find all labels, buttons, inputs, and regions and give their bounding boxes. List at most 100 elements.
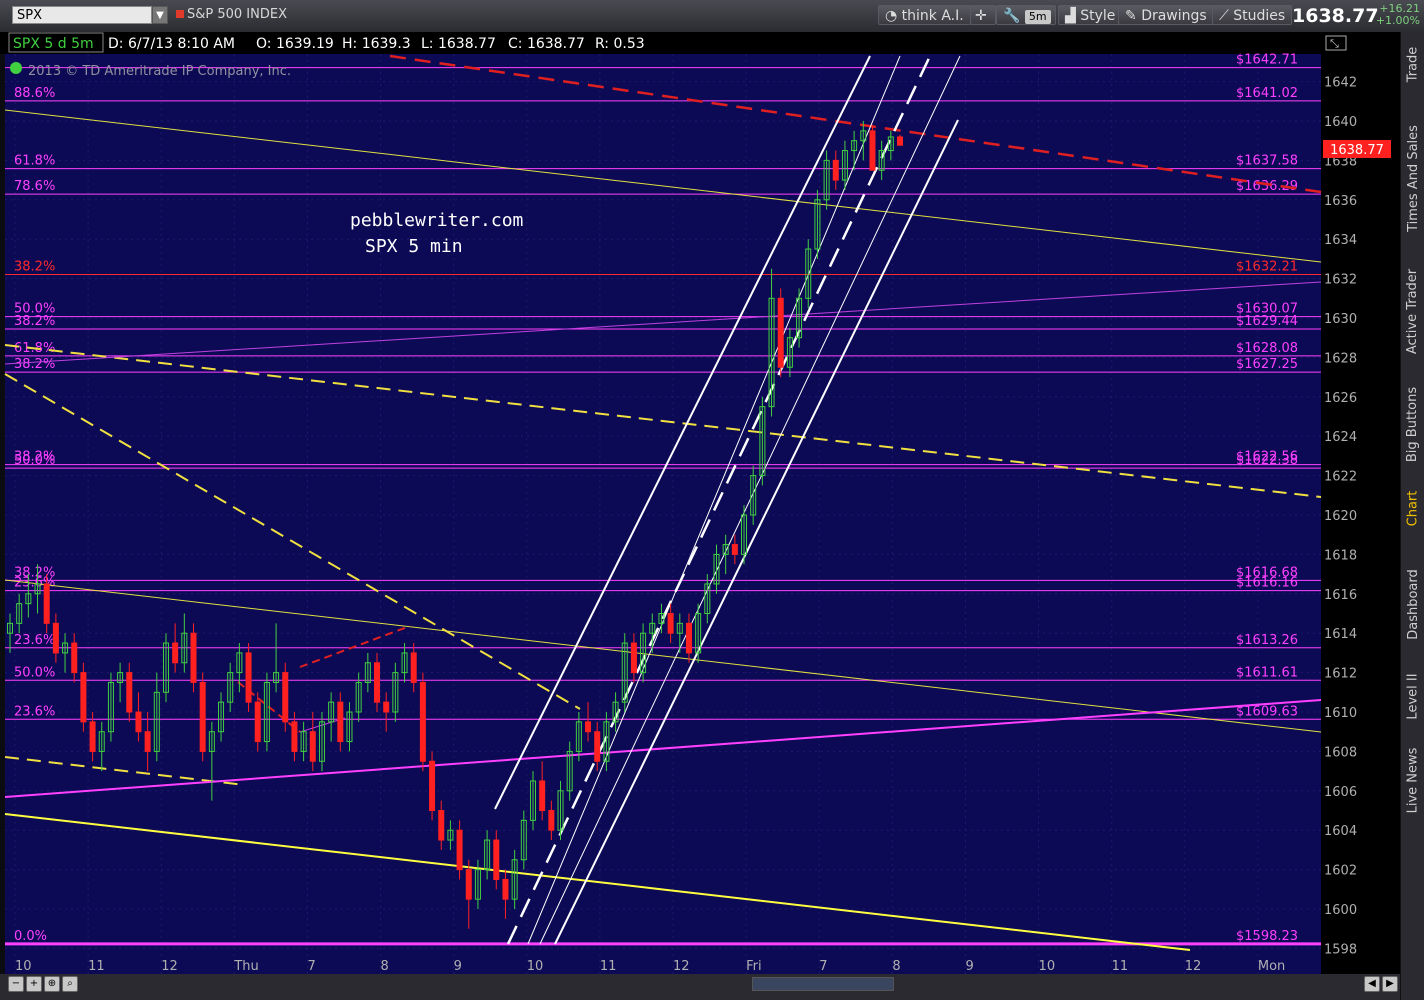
x-tick-label: Fri <box>746 959 762 974</box>
level-pct-label: 61.8% <box>14 154 55 169</box>
level-pct-label: 50.0% <box>14 453 55 468</box>
scroll-right-button[interactable]: ▶ <box>1382 976 1398 992</box>
lock-icon: ◔ <box>885 8 902 24</box>
y-tick-label: 1616 <box>1324 588 1357 603</box>
style-label: Style <box>1080 8 1116 24</box>
tab-times-and-sales[interactable]: Times And Sales <box>1401 108 1424 248</box>
tab-live-news[interactable]: Live News <box>1401 738 1424 822</box>
studies-icon: ⟋ <box>1219 8 1234 24</box>
tab-live-news-label: Live News <box>1405 747 1421 813</box>
think-ai-label: think A.I. <box>901 8 964 24</box>
candle-body <box>410 652 417 683</box>
candle-body <box>777 297 784 368</box>
candle-body <box>126 672 133 713</box>
tab-dashboard[interactable]: Dashboard <box>1401 552 1424 656</box>
level-pct-label: 50.0% <box>14 665 55 680</box>
x-tick-label: Mon <box>1258 959 1285 974</box>
candle-body <box>667 613 674 634</box>
x-tick-label: 9 <box>965 959 973 974</box>
level-price-label: $1622.38 <box>1236 453 1298 468</box>
level-pct-label: 38.2% <box>14 314 55 329</box>
header-close: C: 1638.77 <box>508 36 585 52</box>
candle-body <box>539 780 546 812</box>
candle-body <box>869 130 876 171</box>
symbol-description: S&P 500 INDEX <box>176 7 287 22</box>
header-range: R: 0.53 <box>595 36 645 52</box>
studies-label: Studies <box>1233 8 1286 24</box>
studies-button[interactable]: ⟋ Studies <box>1212 5 1293 25</box>
header-high: H: 1639.3 <box>342 36 411 52</box>
candle-body <box>254 701 261 743</box>
think-ai-button[interactable]: ◔ think A.I. <box>878 5 971 25</box>
scroll-left-button[interactable]: ◀ <box>1364 976 1380 992</box>
y-tick-label: 1602 <box>1324 864 1357 879</box>
x-tick-label: 10 <box>1039 959 1056 974</box>
candle-body <box>80 672 87 723</box>
y-tick-label: 1624 <box>1324 430 1357 445</box>
style-button[interactable]: ▟ Style <box>1058 5 1123 25</box>
level-price-label: $1598.23 <box>1236 929 1298 944</box>
x-tick-label: 11 <box>1112 959 1129 974</box>
tab-level-ii[interactable]: Level II <box>1401 664 1424 728</box>
candle-body <box>374 662 381 703</box>
price-change: +16.21 +1.00% <box>1374 3 1420 27</box>
header-low: L: 1638.77 <box>421 36 496 52</box>
y-tick-label: 1636 <box>1324 194 1357 209</box>
candle-body <box>897 136 903 146</box>
info-icon[interactable] <box>10 62 22 74</box>
tab-active-trader[interactable]: Active Trader <box>1401 256 1424 366</box>
y-tick-label: 1600 <box>1324 903 1357 918</box>
candle-body <box>43 583 50 624</box>
level-pct-label: 0.0% <box>14 929 47 944</box>
candle-body <box>548 810 555 831</box>
level-price-label: $1629.44 <box>1236 314 1298 329</box>
pencil-icon: ✎ <box>1125 8 1142 24</box>
symbol-input[interactable]: SPX <box>12 6 152 24</box>
tab-times-and-sales-label: Times And Sales <box>1405 124 1421 232</box>
tab-big-buttons[interactable]: Big Buttons <box>1401 376 1424 472</box>
x-tick-label: 10 <box>15 959 32 974</box>
y-tick-label: 1626 <box>1324 391 1357 406</box>
level-price-label: $1641.02 <box>1236 86 1298 101</box>
market-status-icon <box>176 10 184 18</box>
level-pct-label: 38.2% <box>14 259 55 274</box>
level-pct-label: 78.6% <box>14 179 55 194</box>
y-tick-label: 1612 <box>1324 667 1357 682</box>
time-scrollbar[interactable] <box>752 977 894 991</box>
drawings-button[interactable]: ✎ Drawings <box>1118 5 1214 25</box>
candle-body <box>502 878 509 900</box>
y-tick-label: 1614 <box>1324 627 1357 642</box>
zoom-out-button[interactable]: − <box>8 976 24 992</box>
candle-body <box>438 810 445 841</box>
y-tick-label: 1628 <box>1324 351 1357 366</box>
x-tick-label: 11 <box>600 959 617 974</box>
candle-body <box>685 622 692 654</box>
x-tick-label: 12 <box>1185 959 1202 974</box>
tab-big-buttons-label: Big Buttons <box>1405 386 1421 462</box>
tab-chart[interactable]: Chart <box>1401 482 1424 534</box>
candle-body <box>89 721 96 752</box>
level-price-label: $1642.71 <box>1236 53 1298 68</box>
y-tick-label: 1618 <box>1324 548 1357 563</box>
level-price-label: $1616.16 <box>1236 576 1298 591</box>
zoom-in-button[interactable]: + <box>26 976 42 992</box>
candle-body <box>493 839 500 880</box>
y-tick-label: 1632 <box>1324 273 1357 288</box>
y-tick-label: 1610 <box>1324 706 1357 721</box>
level-price-label: $1613.26 <box>1236 633 1298 648</box>
symbol-dropdown-button[interactable]: ▼ <box>152 6 168 24</box>
candle-body <box>419 681 426 762</box>
crosshair-tool-button[interactable]: ✛ <box>970 5 996 25</box>
bottom-bar: − + ⊕ ⌕ ◀ ▶ <box>0 974 1400 1000</box>
timeframe-button[interactable]: 🔧 5m <box>996 5 1056 25</box>
timeframe-label: 5m <box>1024 10 1051 24</box>
x-tick-label: 8 <box>892 959 900 974</box>
zoom-fit-button[interactable]: ⊕ <box>44 976 60 992</box>
tab-dashboard-label: Dashboard <box>1405 568 1421 640</box>
candle-body <box>71 642 78 674</box>
tab-trade[interactable]: Trade <box>1401 32 1424 96</box>
price-axis: 1598 1600 1602 1604 1606 1608 1610 1612 1614 1616… <box>1324 76 1357 958</box>
price-chart[interactable]: $1642.71$1641.0288.6%$1637.5861.8%$1636.… <box>0 32 1400 974</box>
zoom-box-button[interactable]: ⌕ <box>62 976 78 992</box>
candle-body <box>291 721 298 752</box>
